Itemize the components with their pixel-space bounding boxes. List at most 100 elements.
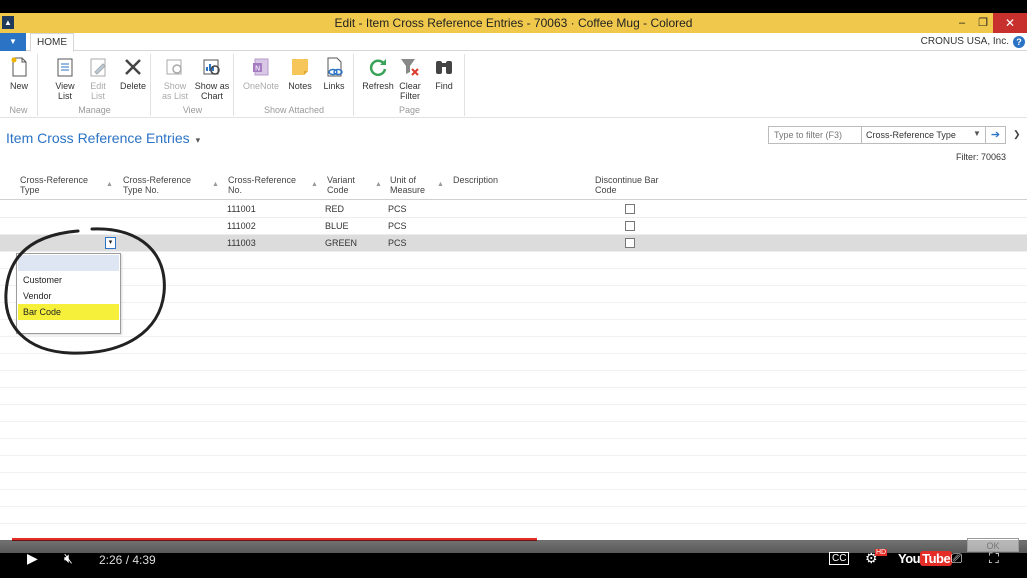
col-header-cross-reference-type-no[interactable]: Cross-Reference Type No. — [123, 175, 191, 195]
clear-filter-label-2: Filter — [400, 91, 420, 101]
cell-no[interactable]: 111003 — [227, 238, 256, 248]
cell-uom[interactable]: PCS — [388, 204, 407, 214]
hd-badge: HD — [875, 549, 888, 556]
discontinue-checkbox[interactable] — [625, 238, 635, 248]
ribbon-group-show-attached: N OneNote Notes Links Show Attached — [235, 54, 354, 116]
chevron-down-icon[interactable]: ▾ — [196, 135, 201, 145]
links-button[interactable]: Links — [319, 56, 349, 91]
title-bar: ▲ Edit - Item Cross Reference Entries - … — [0, 13, 1027, 33]
table-row[interactable]: 111001 RED PCS — [0, 201, 1027, 218]
mute-icon[interactable]: 🔇︎ — [64, 550, 73, 567]
clear-filter-button[interactable]: Clear Filter — [395, 56, 425, 101]
filter-field-dropdown-icon[interactable]: ▼ — [973, 129, 981, 138]
cell-uom[interactable]: PCS — [388, 221, 407, 231]
video-time: 2:26 / 4:39 — [99, 553, 156, 567]
sort-arrow-icon: ▲ — [437, 181, 444, 188]
show-as-list-label-2: as List — [161, 91, 188, 101]
notes-button[interactable]: Notes — [285, 56, 315, 91]
refresh-button[interactable]: Refresh — [361, 56, 395, 91]
dropdown-option-vendor[interactable]: Vendor — [18, 288, 119, 304]
empty-row — [0, 405, 1027, 422]
empty-row — [0, 303, 1027, 320]
sort-arrow-icon: ▲ — [106, 181, 113, 188]
company-name[interactable]: CRONUS USA, Inc. — [921, 33, 1009, 51]
col-header-line: Code — [595, 185, 617, 195]
col-header-unit-of-measure[interactable]: Unit of Measure — [390, 175, 425, 195]
fullscreen-icon[interactable]: ⛶ — [989, 550, 999, 567]
empty-row — [0, 252, 1027, 269]
view-list-button[interactable]: View List — [49, 56, 81, 101]
edit-list-button[interactable]: Edit List — [83, 56, 113, 101]
show-as-list-button[interactable]: Show as List — [160, 56, 190, 101]
type-dropdown-list: Customer Vendor Bar Code — [16, 253, 121, 334]
maximize-button[interactable]: ❐ — [976, 13, 990, 33]
cell-variant[interactable]: GREEN — [325, 238, 357, 248]
dropdown-option-blank[interactable] — [18, 255, 119, 271]
find-button[interactable]: Find — [429, 56, 459, 91]
col-header-discontinue-bar-code[interactable]: Discontinue Bar Code — [595, 175, 659, 195]
empty-row — [0, 286, 1027, 303]
group-label-manage: Manage — [78, 105, 111, 115]
page-title[interactable]: Item Cross Reference Entries ▾ — [6, 130, 200, 146]
ribbon-group-manage: View List Edit List Delete Manage — [39, 54, 151, 116]
ribbon: New New View List Edit List Delete Manag… — [0, 52, 1027, 118]
clear-filter-icon — [401, 59, 419, 76]
empty-row — [0, 456, 1027, 473]
tab-home[interactable]: HOME — [30, 33, 74, 52]
dropdown-option-bar-code[interactable]: Bar Code — [18, 304, 119, 320]
filter-field-select[interactable]: Cross-Reference Type — [866, 130, 956, 140]
delete-label: Delete — [119, 81, 146, 91]
cell-no[interactable]: 111002 — [227, 221, 256, 231]
new-button[interactable]: New — [4, 56, 34, 91]
help-icon[interactable]: ? — [1013, 36, 1025, 48]
onenote-icon: N — [253, 58, 269, 76]
group-label-page: Page — [398, 105, 421, 115]
filter-text: Filter: 70063 — [956, 152, 1007, 162]
cell-variant[interactable]: RED — [325, 204, 344, 214]
app-menu-button[interactable]: ▼ — [0, 33, 26, 51]
col-header-cross-reference-type[interactable]: Cross-Reference Type — [20, 175, 88, 195]
type-dropdown-button[interactable]: ▾ — [105, 237, 116, 249]
dropdown-option-customer[interactable]: Customer — [18, 272, 119, 288]
show-as-chart-icon — [203, 59, 220, 75]
discontinue-checkbox[interactable] — [625, 204, 635, 214]
youtube-logo[interactable]: You Tube — [898, 551, 953, 566]
edit-list-icon — [90, 58, 106, 77]
onenote-button[interactable]: N OneNote — [241, 56, 281, 91]
show-as-chart-button[interactable]: Show as Chart — [194, 56, 230, 101]
filter-box: Type to filter (F3) Cross-Reference Type… — [768, 126, 1006, 144]
expand-chevron-icon[interactable]: ❯ — [1013, 129, 1021, 140]
table-row[interactable]: 111002 BLUE PCS — [0, 218, 1027, 235]
sort-arrow-icon: ▲ — [375, 181, 382, 188]
play-icon[interactable]: ▶ — [27, 550, 38, 567]
app-window: ▲ Edit - Item Cross Reference Entries - … — [0, 13, 1027, 553]
table-row-selected[interactable]: ▾ 111003 GREEN PCS — [0, 235, 1027, 252]
cell-no[interactable]: 111001 — [227, 204, 256, 214]
view-list-icon — [57, 58, 73, 77]
empty-row — [0, 320, 1027, 337]
col-header-variant-code[interactable]: Variant Code — [327, 175, 355, 195]
col-header-cross-reference-no[interactable]: Cross-Reference No. — [228, 175, 296, 195]
filter-input[interactable]: Type to filter (F3) — [774, 130, 842, 140]
empty-row — [0, 354, 1027, 371]
sort-arrow-icon: ▲ — [311, 181, 318, 188]
delete-button[interactable]: Delete — [117, 56, 149, 91]
col-header-line: Type No. — [123, 185, 160, 195]
filter-go-arrow-icon[interactable]: ➔ — [985, 127, 1005, 143]
grid-header: Cross-Reference Type ▲ Cross-Reference Typ… — [0, 173, 1027, 200]
col-header-description[interactable]: Description — [453, 175, 498, 185]
cell-variant[interactable]: BLUE — [325, 221, 349, 231]
cast-icon[interactable]: ⎚ — [951, 550, 962, 567]
captions-icon[interactable]: CC — [829, 552, 850, 565]
col-header-line: Discontinue Bar — [595, 175, 659, 185]
empty-row — [0, 337, 1027, 354]
close-button[interactable]: ✕ — [993, 13, 1027, 33]
ribbon-tabs: ▼ HOME CRONUS USA, Inc. ? — [0, 33, 1027, 52]
ribbon-group-new: New New — [0, 54, 38, 116]
refresh-icon — [369, 59, 387, 76]
find-label: Find — [435, 81, 453, 91]
discontinue-checkbox[interactable] — [625, 221, 635, 231]
edit-list-label-2: List — [90, 91, 105, 101]
cell-uom[interactable]: PCS — [388, 238, 407, 248]
minimize-button[interactable]: – — [955, 13, 969, 33]
